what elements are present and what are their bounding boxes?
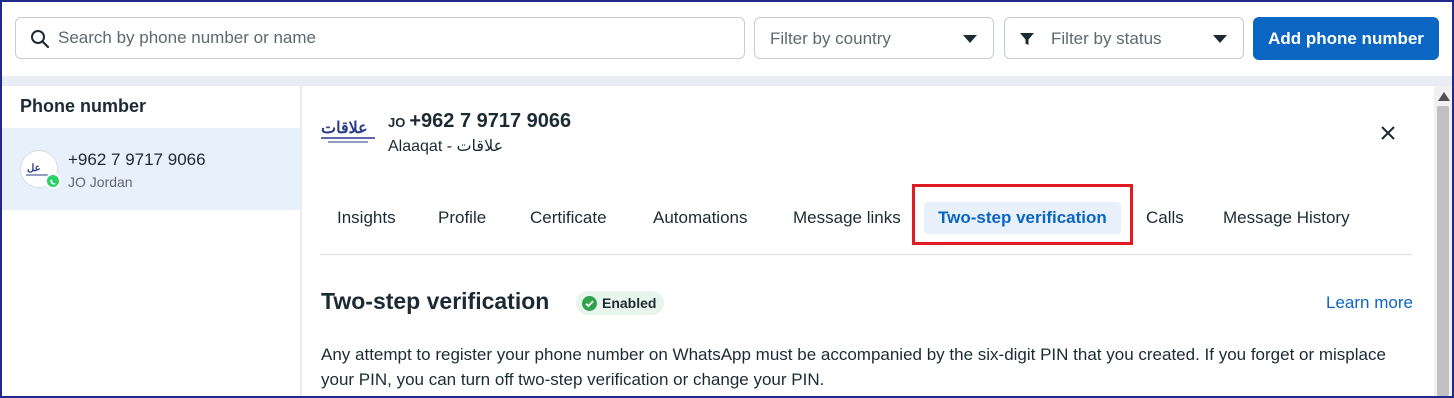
- scrollbar[interactable]: [1434, 86, 1452, 396]
- search-input[interactable]: [58, 18, 738, 58]
- detail-panel: علاقات JO +962 7 9717 9066 Alaaqat - علاق…: [302, 86, 1434, 396]
- status-filter-select[interactable]: Filter by status: [1004, 17, 1244, 59]
- phone-number-title: JO +962 7 9717 9066: [388, 110, 571, 133]
- status-badge: Enabled: [576, 291, 665, 318]
- country-code: JO: [388, 115, 406, 130]
- filter-icon: [1019, 31, 1035, 52]
- country-filter-select[interactable]: Filter by country: [754, 17, 994, 59]
- toolbar: Filter by country Filter by status Add p…: [2, 2, 1452, 76]
- avatar: عل: [20, 150, 61, 189]
- close-button[interactable]: [1374, 120, 1402, 148]
- scrollbar-thumb[interactable]: [1437, 106, 1449, 396]
- section-description: Any attempt to register your phone numbe…: [321, 345, 1386, 389]
- close-icon: [1380, 125, 1396, 144]
- tabs-divider: [320, 254, 1412, 255]
- search-box[interactable]: [15, 17, 745, 59]
- list-item-country: JO Jordan: [68, 174, 133, 190]
- phone-list-header: Phone number: [20, 96, 147, 116]
- list-item-number: +962 7 9717 9066: [68, 150, 206, 169]
- list-item[interactable]: عل +962 7 9717 9066 JO Jordan: [2, 128, 300, 210]
- search-icon: [30, 29, 50, 54]
- svg-text:عل: عل: [27, 163, 41, 174]
- section-title: Two-step verification: [321, 288, 550, 314]
- tab-insights[interactable]: Insights: [323, 202, 410, 234]
- check-circle-icon: [582, 294, 597, 318]
- tab-calls[interactable]: Calls: [1132, 202, 1198, 234]
- svg-text:علاقات: علاقات: [321, 118, 368, 137]
- chevron-down-icon: [1213, 35, 1227, 43]
- tab-message-history[interactable]: Message History: [1209, 202, 1364, 234]
- app-window: Filter by country Filter by status Add p…: [0, 0, 1454, 398]
- learn-more-link[interactable]: Learn more: [1326, 293, 1413, 313]
- chevron-down-icon: [963, 35, 977, 43]
- tab-automations[interactable]: Automations: [639, 202, 762, 234]
- add-phone-number-button[interactable]: Add phone number: [1253, 17, 1439, 60]
- highlight-box: [912, 184, 1133, 245]
- whatsapp-icon: [45, 173, 61, 189]
- status-filter-label: Filter by status: [1051, 29, 1162, 48]
- phone-number: +962 7 9717 9066: [409, 110, 572, 132]
- country-filter-label: Filter by country: [770, 29, 891, 48]
- detail-tabs: Insights Profile Certificate Automations…: [320, 184, 1412, 254]
- business-logo: علاقات: [320, 116, 376, 151]
- scroll-up-arrow-icon[interactable]: [1438, 92, 1450, 101]
- tab-message-links[interactable]: Message links: [779, 202, 915, 234]
- tab-profile[interactable]: Profile: [424, 202, 500, 234]
- status-badge-label: Enabled: [602, 295, 657, 311]
- phone-list-panel: Phone number عل +962 7 9717 9066 JO Jord…: [2, 86, 300, 396]
- tab-certificate[interactable]: Certificate: [516, 202, 621, 234]
- display-name: Alaaqat - علاقات: [388, 138, 504, 155]
